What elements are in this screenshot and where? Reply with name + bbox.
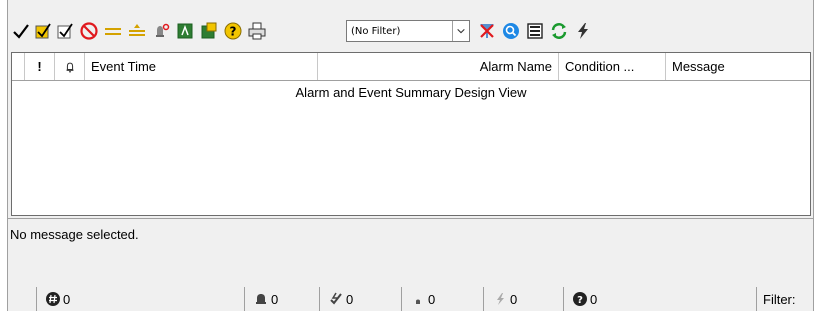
status-faulted: 0 [483,287,563,311]
small-bell-icon [410,291,426,307]
filter-select[interactable]: (No Filter) [346,20,470,42]
status-in-alarm-count: 0 [271,291,279,307]
details-view-icon[interactable] [524,20,546,42]
column-condition[interactable]: Condition ... [559,53,666,80]
bolt-check-icon [328,291,344,307]
svg-text:?: ? [230,25,237,39]
export-icon[interactable] [174,20,196,42]
settings-icon[interactable] [198,20,220,42]
suppress-icon[interactable] [126,20,148,42]
status-shelved: ? 0 [563,287,756,311]
alarm-details-icon[interactable] [150,20,172,42]
acknowledge-icon[interactable] [10,20,32,42]
question-icon: ? [572,291,588,307]
column-alarm-name[interactable]: Alarm Name [318,53,559,80]
shelve-icon[interactable] [102,20,124,42]
status-bar: 0 0 0 0 0 ? 0 Filter: [8,282,813,311]
alarm-summary-window: ? (No Filter) ! Event Time Alarm Name Co… [7,0,814,311]
column-bell[interactable] [55,53,85,80]
row-selector-header [12,53,25,80]
hash-icon [45,291,61,307]
status-filter-label: Filter: [763,291,796,307]
help-icon[interactable]: ? [222,20,244,42]
grid-header: ! Event Time Alarm Name Condition ... Me… [12,53,810,81]
find-icon[interactable] [500,20,522,42]
toolbar: ? (No Filter) [8,8,813,48]
acknowledge-all-icon[interactable] [54,20,76,42]
acknowledge-selected-icon[interactable] [32,20,54,42]
status-unack-count: 0 [346,291,354,307]
status-shelved-count: 0 [590,291,598,307]
lightning-icon[interactable] [572,20,594,42]
status-unack: 0 [319,287,401,311]
status-total: 0 [36,287,244,311]
message-detail-text: No message selected. [10,227,139,242]
silence-icon[interactable] [78,20,100,42]
design-view-label: Alarm and Event Summary Design View [295,85,527,100]
event-grid[interactable]: ! Event Time Alarm Name Condition ... Me… [11,52,811,216]
status-return-normal: 0 [401,287,483,311]
status-return-normal-count: 0 [428,291,436,307]
status-in-alarm: 0 [244,287,319,311]
clear-filter-icon[interactable] [476,20,498,42]
bell-icon [253,291,269,307]
status-filter: Filter: [756,287,813,311]
chevron-down-icon[interactable] [452,21,469,41]
message-detail-pane: No message selected. [8,218,813,280]
status-faulted-count: 0 [510,291,518,307]
status-total-count: 0 [63,291,71,307]
column-priority[interactable]: ! [25,53,55,80]
grid-body[interactable]: Alarm and Event Summary Design View [12,81,810,215]
refresh-icon[interactable] [548,20,570,42]
filter-select-value: (No Filter) [351,25,401,37]
column-event-time[interactable]: Event Time [85,53,318,80]
column-message[interactable]: Message [666,53,810,80]
bell-icon [66,62,73,73]
print-icon[interactable] [246,20,268,42]
svg-text:?: ? [577,295,583,306]
lightning-icon [492,291,508,307]
